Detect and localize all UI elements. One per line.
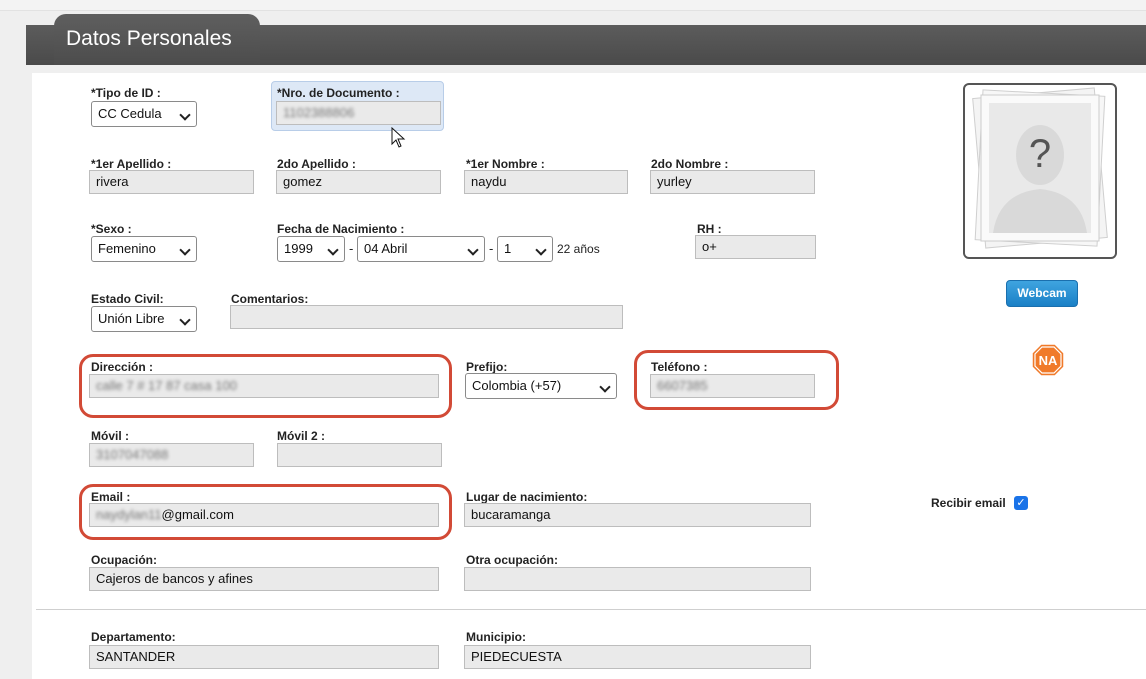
estado-civil-value: Unión Libre — [98, 311, 165, 326]
segundo-nombre-input[interactable]: yurley — [650, 170, 815, 194]
date-separator: - — [489, 241, 494, 256]
municipio-label: Municipio: — [466, 630, 526, 644]
primer-nombre-input[interactable]: naydu — [464, 170, 628, 194]
otra-ocupacion-label: Otra ocupación: — [466, 553, 559, 567]
movil-value: 3107047088 — [96, 447, 169, 462]
primer-apellido-input[interactable]: rivera — [89, 170, 254, 194]
chevron-down-icon — [327, 244, 339, 256]
segundo-nombre-label: 2do Nombre : — [651, 157, 729, 171]
chevron-down-icon — [599, 381, 611, 393]
chevron-down-icon — [179, 244, 191, 256]
rh-label: RH : — [697, 222, 722, 236]
top-toolbar-strip — [0, 0, 1146, 11]
comentarios-label: Comentarios: — [231, 292, 309, 306]
email-value-blurred: naydylan11 — [96, 507, 162, 522]
chevron-down-icon — [179, 109, 191, 121]
recibir-email-label: Recibir email — [931, 496, 1006, 510]
telefono-label: Teléfono : — [651, 360, 708, 374]
otra-ocupacion-input[interactable] — [464, 567, 811, 591]
photo-question-mark: ? — [1029, 132, 1051, 176]
sexo-select[interactable]: Femenino — [91, 236, 197, 262]
departamento-label: Departamento: — [91, 630, 176, 644]
direccion-label: Dirección : — [91, 360, 154, 374]
prefijo-select[interactable]: Colombia (+57) — [465, 373, 617, 399]
rh-input[interactable]: o+ — [695, 235, 816, 259]
prefijo-value: Colombia (+57) — [472, 378, 562, 393]
telefono-input[interactable]: 6607385 — [650, 374, 815, 398]
section-divider — [36, 609, 1146, 610]
tipo-id-label: *Tipo de ID : — [91, 86, 161, 100]
na-badge-text: NA — [1039, 353, 1058, 368]
date-separator: - — [349, 241, 354, 256]
segundo-apellido-label: 2do Apellido : — [277, 157, 356, 171]
age-text: 22 años — [557, 242, 600, 256]
municipio-input[interactable]: PIEDECUESTA — [464, 645, 811, 669]
movil-label: Móvil : — [91, 429, 129, 443]
ocupacion-input[interactable]: Cajeros de bancos y afines — [89, 567, 439, 591]
prefijo-label: Prefijo: — [466, 360, 508, 374]
fecha-nacimiento-label: Fecha de Nacimiento : — [277, 222, 405, 236]
ocupacion-label: Ocupación: — [91, 553, 158, 567]
movil-input[interactable]: 3107047088 — [89, 443, 254, 467]
fecha-day-value: 1 — [504, 241, 512, 256]
tipo-id-select[interactable]: CC Cedula — [91, 101, 197, 127]
chevron-down-icon — [467, 244, 479, 256]
departamento-input[interactable]: SANTANDER — [89, 645, 439, 669]
profile-photo-frame[interactable]: ? — [963, 83, 1117, 259]
recibir-email-checkbox[interactable]: ✓ — [1014, 496, 1028, 510]
chevron-down-icon — [179, 314, 191, 326]
sexo-label: *Sexo : — [91, 222, 132, 236]
tipo-id-value: CC Cedula — [98, 106, 162, 121]
nro-documento-label: *Nro. de Documento : — [277, 86, 400, 100]
fecha-day-select[interactable]: 1 — [497, 236, 553, 262]
telefono-value: 6607385 — [657, 378, 708, 393]
chevron-down-icon — [535, 244, 547, 256]
fecha-month-select[interactable]: 04 Abril — [357, 236, 485, 262]
email-input[interactable]: naydylan11@gmail.com — [89, 503, 439, 527]
na-badge-icon[interactable]: NA — [1030, 342, 1066, 378]
fecha-year-select[interactable]: 1999 — [277, 236, 345, 262]
mouse-pointer-icon — [391, 127, 406, 148]
photo-placeholder-icon: ? — [972, 87, 1108, 249]
email-label: Email : — [91, 490, 131, 504]
comentarios-input[interactable] — [230, 305, 623, 329]
primer-nombre-label: *1er Nombre : — [466, 157, 545, 171]
estado-civil-select[interactable]: Unión Libre — [91, 306, 197, 332]
movil2-input[interactable] — [277, 443, 442, 467]
direccion-input[interactable]: calle 7 # 17 87 casa 100 — [89, 374, 439, 398]
nro-documento-input[interactable]: 1102388806 — [276, 101, 441, 125]
lugar-nacimiento-input[interactable]: bucaramanga — [464, 503, 811, 527]
email-domain: @gmail.com — [161, 507, 234, 522]
estado-civil-label: Estado Civil: — [91, 292, 164, 306]
direccion-value: calle 7 # 17 87 casa 100 — [96, 378, 237, 393]
primer-apellido-label: *1er Apellido : — [91, 157, 172, 171]
section-title: Datos Personales — [66, 27, 232, 50]
lugar-nacimiento-label: Lugar de nacimiento: — [466, 490, 588, 504]
sexo-value: Femenino — [98, 241, 156, 256]
fecha-year-value: 1999 — [284, 241, 313, 256]
movil2-label: Móvil 2 : — [277, 429, 326, 443]
fecha-month-value: 04 Abril — [364, 241, 408, 256]
webcam-button[interactable]: Webcam — [1006, 280, 1078, 307]
nro-documento-value: 1102388806 — [283, 105, 355, 120]
segundo-apellido-input[interactable]: gomez — [276, 170, 441, 194]
